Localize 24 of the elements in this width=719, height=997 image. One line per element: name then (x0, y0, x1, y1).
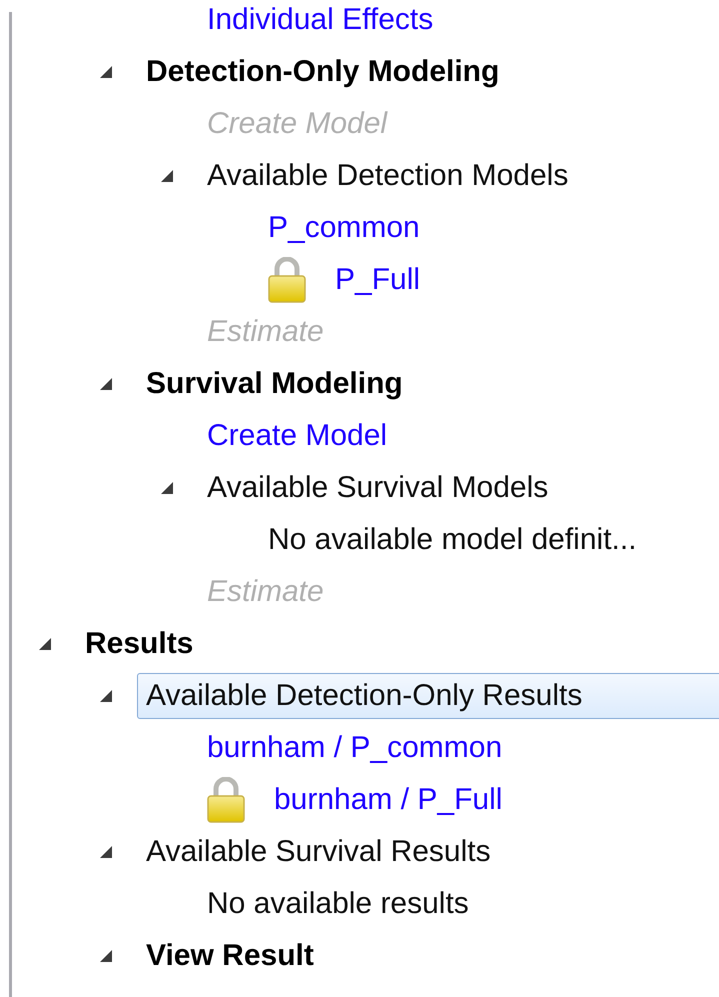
tree-item[interactable]: Results (76, 621, 202, 667)
collapse-arrow-icon[interactable] (99, 65, 113, 79)
collapse-arrow-icon[interactable] (160, 169, 174, 183)
tree-item[interactable]: No available model definit... (259, 517, 646, 563)
tree-item[interactable]: Available Survival Results (137, 829, 500, 875)
collapse-arrow-icon[interactable] (38, 637, 52, 651)
collapse-arrow-icon[interactable] (99, 689, 113, 703)
collapse-arrow-icon[interactable] (99, 949, 113, 963)
tree-item[interactable]: burnham / P_Full (265, 777, 512, 823)
tree-item[interactable]: Available Detection Models (198, 153, 578, 199)
collapse-arrow-icon[interactable] (99, 845, 113, 859)
tree-item[interactable]: P_Full (326, 257, 430, 303)
tree-item[interactable]: No available results (198, 881, 478, 927)
tree-item[interactable]: Available Survival Models (198, 465, 558, 511)
tree-item[interactable]: Detection-Only Modeling (137, 49, 508, 95)
tree-item[interactable]: Create Model (198, 413, 396, 459)
tree-item[interactable]: Survival Modeling (137, 361, 412, 407)
tree-item[interactable]: Available Detection-Only Results (137, 673, 719, 719)
collapse-arrow-icon[interactable] (160, 481, 174, 495)
tree-item[interactable]: View Result (137, 933, 323, 979)
collapse-arrow-icon[interactable] (99, 377, 113, 391)
tree-item[interactable]: P_common (259, 205, 429, 251)
tree-item[interactable]: Individual Effects (198, 0, 442, 43)
tree-item[interactable]: burnham / P_common (198, 725, 512, 771)
